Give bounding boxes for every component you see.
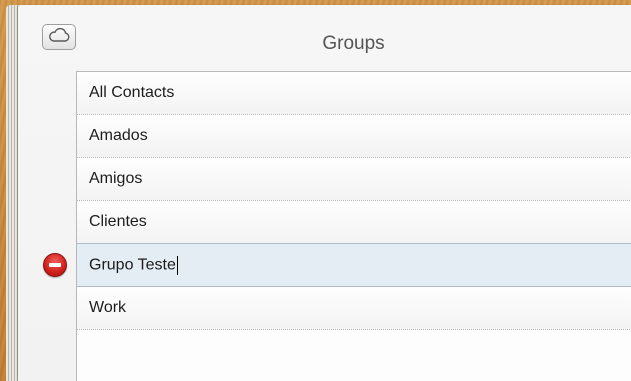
group-label: Amados	[89, 127, 148, 144]
minus-circle-icon	[49, 263, 61, 267]
group-row-amigos[interactable]: Amigos	[77, 158, 631, 201]
group-label: All Contacts	[89, 84, 175, 101]
icloud-button[interactable]	[42, 24, 76, 50]
page-title: Groups	[322, 33, 385, 54]
cloud-icon	[48, 27, 70, 47]
group-row-clientes[interactable]: Clientes	[77, 201, 631, 244]
group-row-all-contacts[interactable]: All Contacts	[77, 72, 631, 115]
delete-group-button[interactable]	[43, 253, 67, 277]
group-row-work[interactable]: Work	[77, 287, 631, 330]
group-label: Grupo Teste	[89, 256, 176, 274]
group-label: Work	[89, 299, 127, 316]
group-label: Clientes	[89, 213, 147, 230]
group-name-field[interactable]: Grupo Teste	[89, 255, 178, 275]
group-row-grupo-teste[interactable]: Grupo Teste	[77, 243, 631, 287]
groups-list: All Contacts Amados Amigos Clientes Grup…	[76, 71, 631, 381]
group-label: Amigos	[89, 170, 143, 187]
text-cursor	[176, 255, 178, 275]
group-row-amados[interactable]: Amados	[77, 115, 631, 158]
